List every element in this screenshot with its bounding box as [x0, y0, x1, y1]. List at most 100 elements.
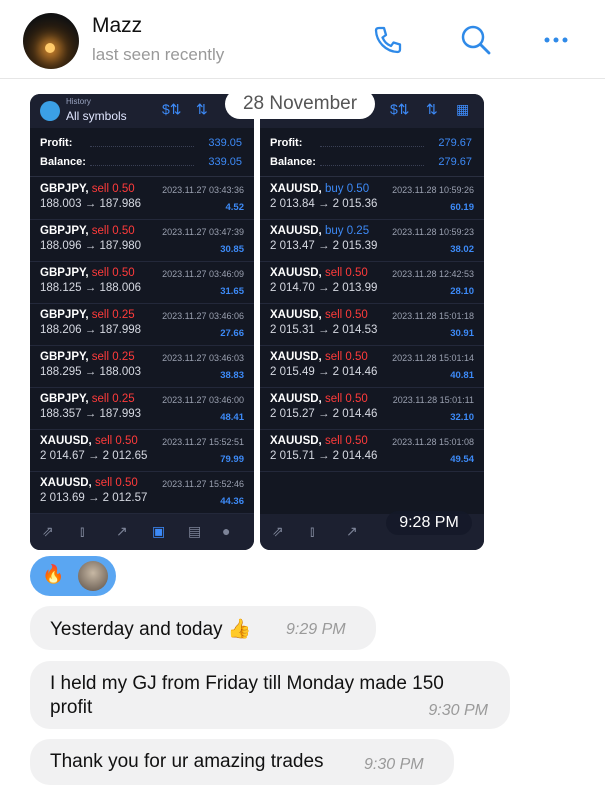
trade-symbol: GBPJPY, sell 0.25: [40, 309, 135, 321]
app-tab-bar: ⇗ ⫾ ↗ ▣ ▤ ●: [30, 514, 254, 550]
trade-profit: 49.54: [450, 454, 474, 465]
trade-prices: 2 013.47 → 2 015.39: [270, 240, 378, 252]
chart-tab-icon: ⫾: [80, 523, 85, 539]
trade-symbol: XAUUSD, sell 0.50: [270, 351, 368, 363]
trade-side: sell 0.50: [94, 435, 138, 447]
trade-time: 2023.11.27 03:43:36: [162, 185, 244, 195]
message-text: Thank you for ur amazing trades: [50, 751, 324, 772]
calendar-icon: ▦: [456, 101, 470, 117]
date-separator: 28 November: [225, 89, 375, 119]
trade-side: sell 0.50: [324, 393, 368, 405]
trade-side: buy 0.50: [324, 183, 370, 195]
trade-prices: 2 013.84 → 2 015.36: [270, 198, 378, 210]
trade-profit: 44.36: [220, 496, 244, 507]
trade-row[interactable]: XAUUSD, sell 0.50 2 015.27 → 2 014.46 2023…: [260, 387, 484, 430]
trade-symbol: GBPJPY, sell 0.50: [40, 225, 135, 237]
summary-block: Profit: 279.67 Balance: 279.67: [260, 128, 484, 177]
trade-prices: 188.295 → 188.003: [40, 366, 142, 378]
message-text: Yesterday and today 👍: [50, 619, 252, 640]
trade-profit: 30.91: [450, 328, 474, 339]
trade-symbol: GBPJPY, sell 0.25: [40, 393, 135, 405]
trade-profit: 4.52: [225, 202, 245, 213]
trade-screenshot-left[interactable]: History All symbols $⇅ ⇅ Profit: 339.05 …: [30, 94, 254, 550]
trade-profit: 40.81: [450, 370, 474, 381]
trade-side: sell 0.25: [91, 309, 135, 321]
trade-side: sell 0.50: [324, 351, 368, 363]
trade-time: 2023.11.27 03:46:03: [162, 353, 244, 363]
trade-prices: 188.096 → 187.980: [40, 240, 142, 252]
trade-time: 2023.11.28 15:01:18: [392, 311, 474, 321]
search-icon[interactable]: [458, 22, 494, 58]
filter-label: All symbols: [66, 109, 127, 123]
more-icon[interactable]: [540, 22, 576, 58]
balance-value: 279.67: [438, 156, 472, 168]
trade-symbol: XAUUSD, sell 0.50: [270, 267, 368, 279]
trade-side: sell 0.50: [91, 267, 135, 279]
trade-row[interactable]: XAUUSD, sell 0.50 2 013.69 → 2 012.57 2023…: [30, 471, 254, 514]
trade-row[interactable]: GBPJPY, sell 0.25 188.357 → 187.993 2023.1…: [30, 387, 254, 430]
trade-symbol: XAUUSD, sell 0.50: [270, 309, 368, 321]
trade-row[interactable]: GBPJPY, sell 0.25 188.295 → 188.003 2023.1…: [30, 345, 254, 388]
trade-profit: 38.83: [220, 370, 244, 381]
news-tab-icon: ▤: [188, 523, 202, 539]
trade-row[interactable]: GBPJPY, sell 0.50 188.003 → 187.986 2023.1…: [30, 177, 254, 220]
trade-time: 2023.11.27 03:47:39: [162, 227, 244, 237]
fire-reaction-icon[interactable]: 🔥: [42, 564, 64, 585]
trade-profit: 48.41: [220, 412, 244, 423]
trade-row[interactable]: GBPJPY, sell 0.50 188.096 → 187.980 2023.1…: [30, 219, 254, 262]
trade-time: 2023.11.28 15:01:14: [392, 353, 474, 363]
trade-side: sell 0.25: [91, 393, 135, 405]
trade-side: sell 0.50: [91, 183, 135, 195]
trade-prices: 2 015.71 → 2 014.46: [270, 450, 378, 462]
trade-side: sell 0.50: [94, 477, 138, 489]
trade-time: 2023.11.27 03:46:00: [162, 395, 244, 405]
trade-row[interactable]: XAUUSD, sell 0.50 2 014.67 → 2 012.65 2023…: [30, 429, 254, 472]
message-bubble[interactable]: I held my GJ from Friday till Monday mad…: [30, 661, 510, 729]
trade-row[interactable]: XAUUSD, sell 0.50 2 015.31 → 2 014.53 2023…: [260, 303, 484, 346]
trade-row[interactable]: XAUUSD, sell 0.50 2 015.49 → 2 014.46 2023…: [260, 345, 484, 388]
trade-row[interactable]: XAUUSD, sell 0.50 2 014.70 → 2 013.99 2023…: [260, 261, 484, 304]
trade-prices: 188.003 → 187.986: [40, 198, 142, 210]
trade-row[interactable]: XAUUSD, buy 0.50 2 013.84 → 2 015.36 2023.…: [260, 177, 484, 220]
trade-profit: 79.99: [220, 454, 244, 465]
trade-time: 2023.11.28 12:42:53: [392, 269, 474, 279]
history-label: History: [66, 97, 91, 106]
contact-status: last seen recently: [92, 45, 225, 64]
trade-profit: 27.66: [220, 328, 244, 339]
message-bubble[interactable]: Thank you for ur amazing trades 9:30 PM: [30, 739, 454, 785]
history-tab-icon: ▣: [152, 523, 166, 539]
trade-prices: 2 015.49 → 2 014.46: [270, 366, 378, 378]
trade-symbol: XAUUSD, sell 0.50: [270, 393, 368, 405]
dollar-sort-icon: $⇅: [390, 101, 410, 117]
message-time: 9:30 PM: [364, 756, 424, 773]
trade-prices: 188.206 → 187.998: [40, 324, 142, 336]
trade-time: 2023.11.28 10:59:23: [392, 227, 474, 237]
trade-prices: 2 014.70 → 2 013.99: [270, 282, 378, 294]
trade-time: 2023.11.27 03:46:09: [162, 269, 244, 279]
trade-row[interactable]: GBPJPY, sell 0.50 188.125 → 188.006 2023.1…: [30, 261, 254, 304]
trade-time: 2023.11.28 15:01:08: [392, 437, 474, 447]
trade-row[interactable]: XAUUSD, buy 0.25 2 013.47 → 2 015.39 2023.…: [260, 219, 484, 262]
trade-prices: 2 015.31 → 2 014.53: [270, 324, 378, 336]
contact-name[interactable]: Mazz: [92, 14, 142, 38]
trade-time: 2023.11.28 15:01:11: [392, 395, 474, 405]
photo-timestamp: 9:28 PM: [386, 511, 472, 535]
trade-time: 2023.11.27 15:52:51: [162, 437, 244, 447]
balance-label: Balance:: [40, 156, 86, 168]
trade-profit: 60.19: [450, 202, 474, 213]
trade-screenshot-right[interactable]: $⇅ ⇅ ▦ Profit: 279.67 Balance: 279.67 XA…: [260, 94, 484, 550]
trade-symbol: GBPJPY, sell 0.50: [40, 267, 135, 279]
trade-tab-icon: ↗: [346, 523, 358, 539]
contact-avatar[interactable]: [23, 13, 79, 69]
phone-icon[interactable]: [370, 22, 406, 58]
profit-value: 339.05: [208, 137, 242, 149]
reaction-bar[interactable]: 🔥: [30, 556, 116, 596]
trade-tab-icon: ↗: [116, 523, 128, 539]
message-bubble[interactable]: Yesterday and today 👍 9:29 PM: [30, 606, 376, 650]
trade-row[interactable]: XAUUSD, sell 0.50 2 015.71 → 2 014.46 2023…: [260, 429, 484, 472]
trade-prices: 188.357 → 187.993: [40, 408, 142, 420]
trade-side: sell 0.50: [324, 309, 368, 321]
profit-label: Profit:: [40, 137, 73, 149]
trade-row[interactable]: GBPJPY, sell 0.25 188.206 → 187.998 2023.1…: [30, 303, 254, 346]
trade-symbol: XAUUSD, sell 0.50: [40, 477, 138, 489]
